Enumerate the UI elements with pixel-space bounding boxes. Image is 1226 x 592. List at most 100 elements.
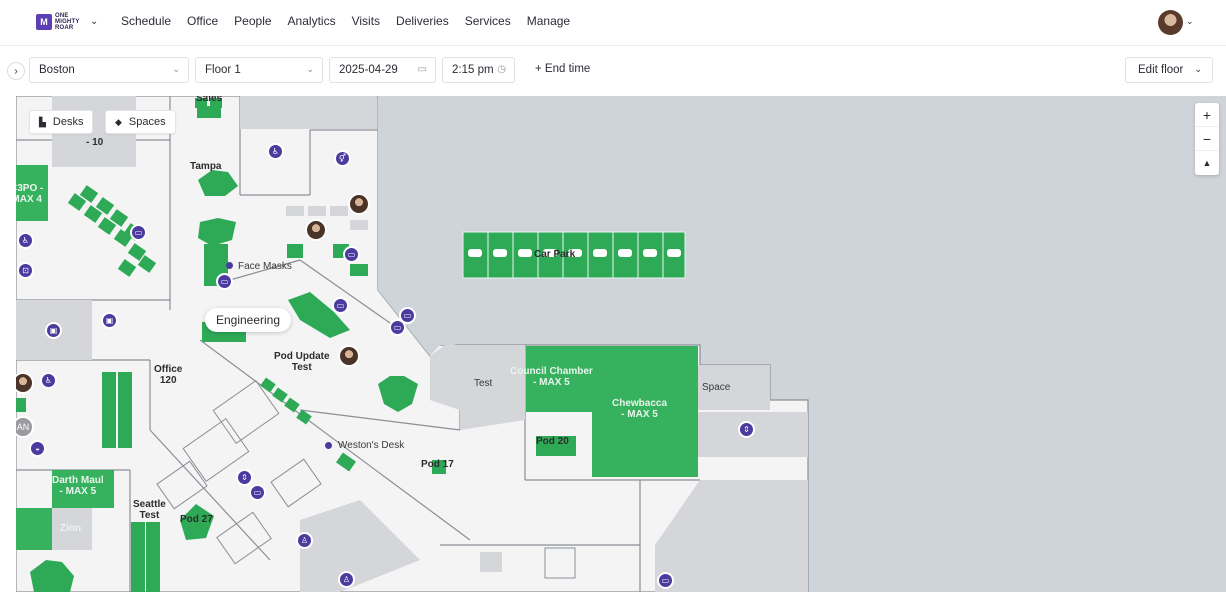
room-label-c3po: C3PO -MAX 4 [16,183,43,205]
room-label-space: Space [702,382,731,393]
room-label-chewbacca-line2: - MAX 5 [621,409,658,420]
unavailable-desk [308,206,326,216]
room-label-council-line2: - MAX 5 [533,377,570,388]
room-label-pod-27: Pod 27 [180,514,213,525]
car-icon [667,249,681,257]
expand-sidebar-button[interactable]: › [7,62,25,80]
room-label-pod-update-test: Pod Update Test [274,351,330,373]
tab-spaces[interactable]: ◆ Spaces [105,110,176,134]
car-icon [493,249,507,257]
floor-map[interactable]: Sales - 10 Tampa C3PO -MAX 4 Face Masks … [16,96,1226,592]
dome-icon[interactable]: ◒ [29,440,46,457]
room-label-c3po-line1: C3PO - [16,183,44,194]
chevron-down-icon: ⌄ [1194,64,1202,74]
room-label-zion: Zion [60,523,82,534]
compass-button[interactable]: ▲ [1195,151,1219,175]
person-icon[interactable]: ♙ [338,571,355,588]
room-label-pod-20: Pod 20 [536,436,569,447]
unavailable-desk [286,206,304,216]
monitor-icon[interactable]: ▭ [130,224,147,241]
room-label-pod-update-line1: Pod Update [274,351,330,362]
chevron-down-icon[interactable]: ⌄ [1186,16,1194,27]
time-picker[interactable]: 2:15 pm ◷ [442,57,515,83]
person-avatar[interactable] [348,193,370,215]
unavailable-desk [330,206,348,216]
nav-item-services[interactable]: Services [465,14,511,28]
nav-item-office[interactable]: Office [187,14,218,28]
monitor-icon[interactable]: ▭ [343,246,360,263]
accessible-icon[interactable]: ♿ [267,143,284,160]
desk [16,398,26,412]
chevron-right-icon: › [14,65,18,77]
room-label-seattle-line2: Test [139,510,160,521]
person-icon[interactable]: ♙ [296,532,313,549]
locker-icon[interactable]: ▣ [101,312,118,329]
elevator-icon[interactable]: ⇕ [236,469,253,486]
room-label-seattle-line1: Seattle [133,499,166,510]
nav-item-schedule[interactable]: Schedule [121,14,171,28]
gray-room [240,96,377,129]
edit-floor-label: Edit floor [1138,64,1184,76]
car-icon [593,249,607,257]
monitor-icon[interactable]: ▭ [657,572,674,589]
point-marker[interactable] [226,262,233,269]
lock-icon[interactable]: ⊡ [17,262,34,279]
monitor-icon[interactable]: ▭ [389,319,406,336]
logo-mark-icon: M [36,14,52,30]
cube-icon: ◆ [115,116,122,127]
location-select[interactable]: Boston ⌄ [29,57,189,83]
nav-item-analytics[interactable]: Analytics [288,14,336,28]
room-label-sales: Sales [196,96,223,104]
calendar-icon: ▭ [417,64,427,75]
clock-icon: ◷ [497,64,506,75]
desk-icon: ▙ [39,116,46,127]
tab-desks[interactable]: ▙ Desks [29,110,94,134]
room-label-seattle-test: Seattle Test [133,499,166,521]
edit-floor-button[interactable]: Edit floor ⌄ [1125,57,1213,83]
gray-room [480,552,502,572]
room-label-council-line1: Council Chamber [510,366,593,377]
nav-item-visits[interactable]: Visits [352,14,380,28]
elevator-icon[interactable]: ⇕ [738,421,755,438]
main-nav: Schedule Office People Analytics Visits … [121,14,586,28]
room-label-test: Test [474,378,493,389]
date-picker[interactable]: 2025-04-29 ▭ [329,57,436,83]
accessible-icon[interactable]: ♿ [40,372,57,389]
chevron-down-icon[interactable]: ⌄ [90,16,98,27]
nav-item-deliveries[interactable]: Deliveries [396,14,449,28]
tab-desks-label: Desks [52,116,84,128]
point-marker[interactable] [325,442,332,449]
company-logo[interactable]: M ONE MIGHTY ROAR [36,13,80,31]
hover-tooltip: Engineering [205,308,291,332]
room-label-office-line2: 120 [159,375,177,386]
nav-item-people[interactable]: People [234,14,271,28]
location-value: Boston [39,64,75,76]
monitor-icon[interactable]: ▭ [332,297,349,314]
desk [197,106,221,118]
user-avatar[interactable] [1158,10,1183,35]
monitor-icon[interactable]: ▭ [249,484,266,501]
tab-spaces-label: Spaces [128,116,166,128]
floor-select[interactable]: Floor 1 ⌄ [195,57,323,83]
add-end-time-button[interactable]: + End time [535,63,590,75]
accessible-icon[interactable]: ♿ [17,232,34,249]
room-label-office-120: Office 120 [154,364,182,386]
monitor-icon[interactable]: ▭ [216,273,233,290]
chevron-down-icon: ⌄ [172,64,180,74]
point-label-face-masks: Face Masks [238,261,292,272]
date-value: 2025-04-29 [339,64,398,76]
zoom-out-button[interactable]: − [1195,127,1219,151]
room-label-chewbacca: Chewbacca - MAX 5 [612,398,667,420]
floor-value: Floor 1 [205,64,241,76]
person-avatar[interactable] [305,219,327,241]
room-label-office-line1: Office [154,364,183,375]
car-icon [618,249,632,257]
car-icon [643,249,657,257]
nav-item-manage[interactable]: Manage [527,14,570,28]
room-label-chewbacca-line1: Chewbacca [612,398,668,409]
zoom-in-button[interactable]: + [1195,103,1219,127]
room-label-council-chamber: Council Chamber - MAX 5 [510,366,593,388]
person-avatar[interactable] [338,345,360,367]
restroom-icon[interactable]: ⚥ [334,150,351,167]
locker-icon[interactable]: ▣ [45,322,62,339]
